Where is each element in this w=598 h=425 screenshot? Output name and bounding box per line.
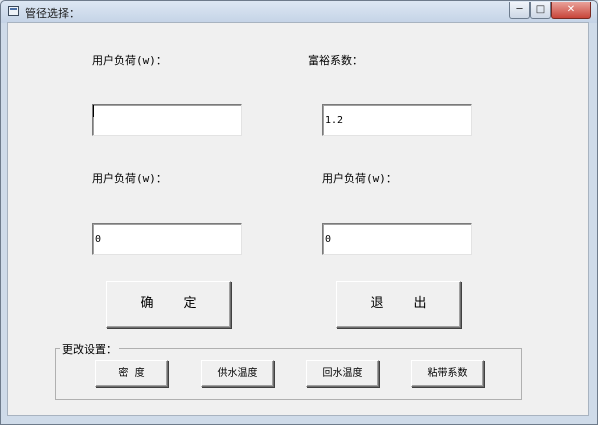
viscosity-coefficient-button[interactable]: 粘带系数 <box>411 360 484 387</box>
window-title: 管径选择： <box>25 7 80 20</box>
surplus-coefficient-label: 富裕系数： <box>308 54 363 67</box>
title-bar[interactable]: 管径选择： ─ □ ✕ <box>1 1 597 23</box>
exit-button[interactable]: 退出 <box>336 281 461 328</box>
user-load-input-3[interactable] <box>322 223 472 255</box>
maximize-button[interactable]: □ <box>530 2 551 19</box>
density-button[interactable]: 密 度 <box>95 360 168 387</box>
surplus-coefficient-input[interactable] <box>322 104 472 136</box>
close-button[interactable]: ✕ <box>551 2 591 19</box>
confirm-button[interactable]: 确定 <box>106 281 231 328</box>
user-load-input-1[interactable] <box>92 104 242 136</box>
user-load-label-2: 用户负荷(w)： <box>92 172 167 185</box>
user-load-input-2[interactable] <box>92 223 242 255</box>
supply-temperature-button[interactable]: 供水温度 <box>201 360 274 387</box>
minimize-button[interactable]: ─ <box>509 2 530 19</box>
user-load-label-3: 用户负荷(w)： <box>322 172 397 185</box>
return-temperature-button[interactable]: 回水温度 <box>306 360 379 387</box>
change-settings-title: 更改设置： <box>60 341 119 357</box>
text-caret <box>93 105 94 117</box>
app-icon <box>8 6 19 16</box>
user-load-label-1: 用户负荷(w)： <box>92 54 167 67</box>
